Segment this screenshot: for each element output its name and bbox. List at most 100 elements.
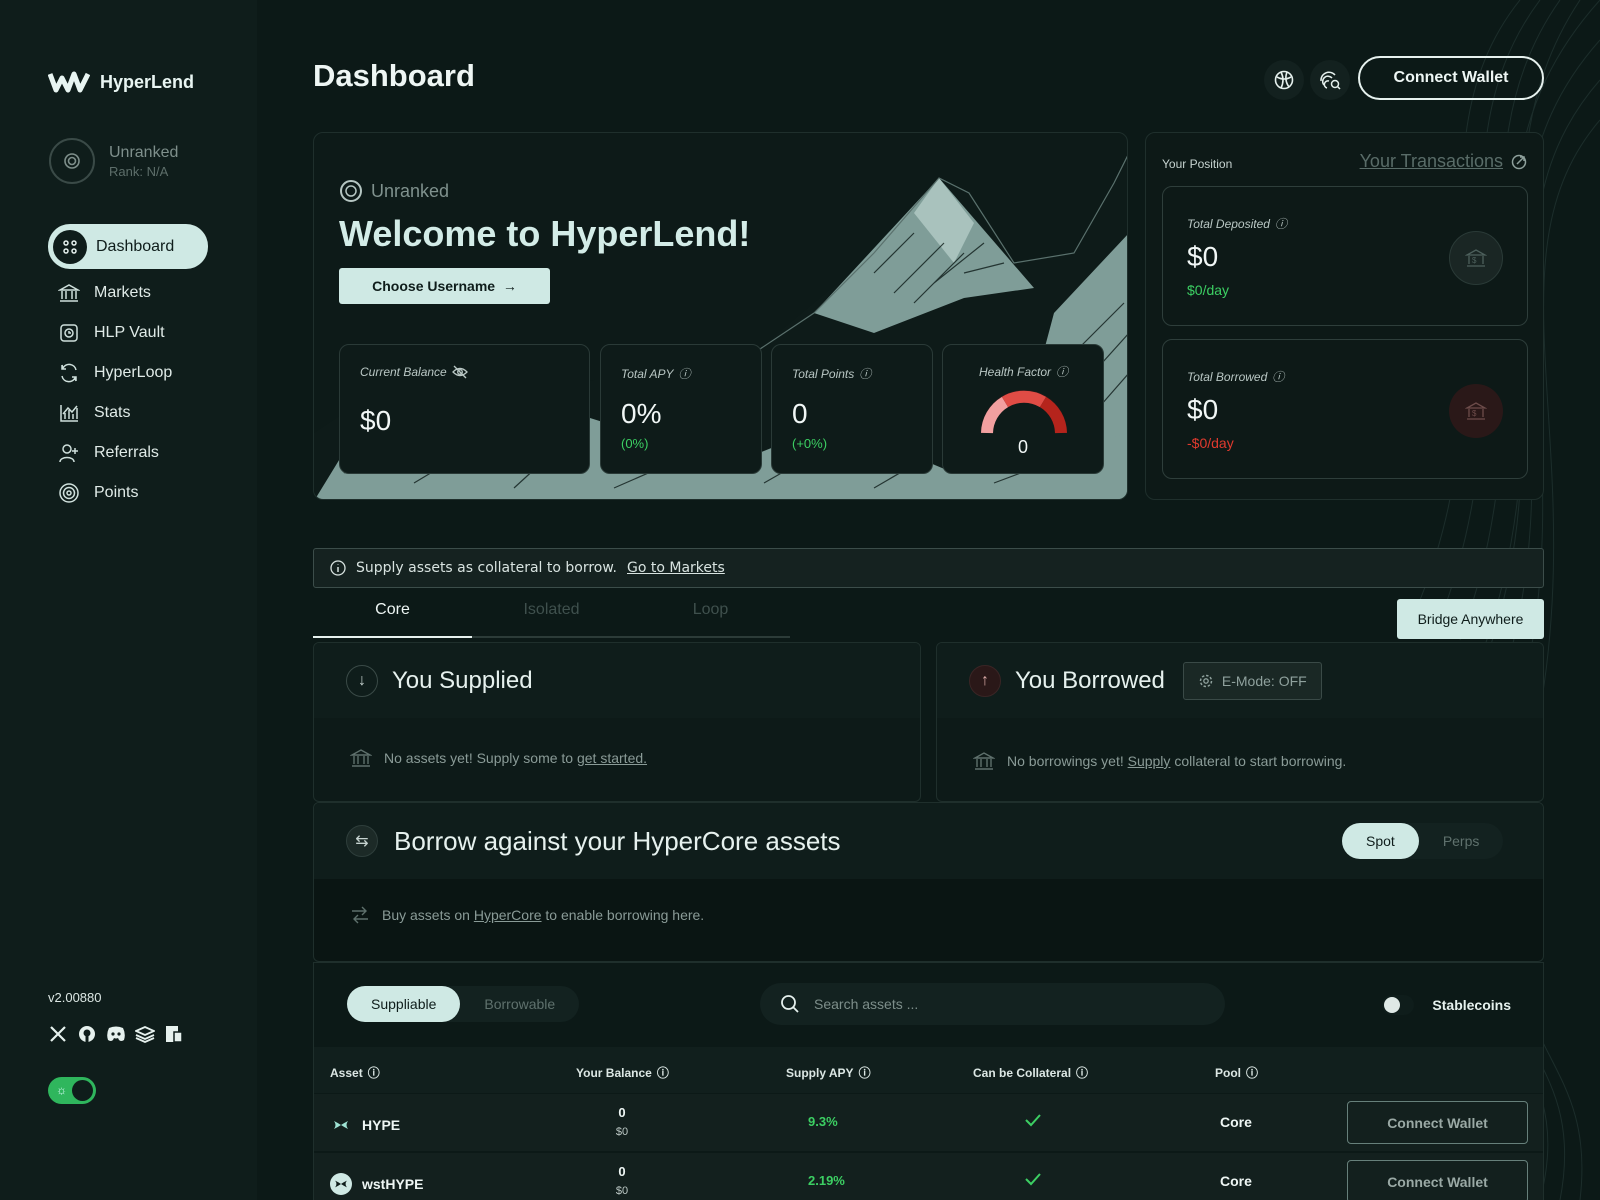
health-factor-value: 0 [1017, 437, 1028, 457]
choose-username-button[interactable]: Choose Username → [339, 268, 550, 304]
table-row[interactable]: wstHYPE 0 $0 2.19% Core Connect Wallet [314, 1153, 1543, 1200]
stat-label: Total Points ⓘ [792, 365, 871, 382]
toggle-knob [72, 1080, 93, 1101]
borrow-bank-icon: $ [1449, 384, 1503, 438]
nav-item-points[interactable]: Points [48, 473, 208, 513]
go-to-markets-link[interactable]: Go to Markets [627, 560, 725, 576]
arrow-down-icon: ↓ [346, 664, 378, 697]
globe-network-icon[interactable] [1264, 60, 1304, 100]
seg-spot[interactable]: Spot [1342, 823, 1419, 859]
supply-link[interactable]: Supply [1128, 753, 1171, 769]
info-icon[interactable]: ⓘ [859, 1064, 871, 1081]
app-version: v2.00880 [48, 990, 102, 1005]
tab-loop[interactable]: Loop [631, 597, 790, 636]
total-apy-card: Total APY ⓘ 0% (0%) [600, 344, 762, 474]
seg-suppliable[interactable]: Suppliable [347, 986, 461, 1022]
nav-label: Stats [94, 404, 131, 421]
nav-item-hlp-vault[interactable]: HLP Vault [48, 313, 208, 353]
hypercore-empty: Buy assets on HyperCore to enable borrow… [350, 906, 704, 924]
get-started-link[interactable]: get started. [577, 750, 647, 766]
hypercore-panel: ⇆ Borrow against your HyperCore assets S… [313, 802, 1544, 962]
loop-icon [56, 360, 82, 386]
asset-cell: wstHYPE [330, 1173, 423, 1195]
swap-arrows-icon [352, 906, 368, 924]
borrowed-title: You Borrowed [1015, 666, 1165, 694]
hero-rank-label: Unranked [371, 180, 450, 201]
supplied-panel: ↓ You Supplied No assets yet! Supply som… [313, 642, 921, 802]
pos-label-text: Total Borrowed [1187, 369, 1268, 384]
stat-value: 0% [621, 398, 662, 429]
x-twitter-icon[interactable] [48, 1024, 68, 1044]
user-plus-icon [56, 440, 82, 466]
your-transactions-link[interactable]: Your Transactions [1360, 151, 1527, 172]
discord-icon[interactable] [106, 1024, 126, 1044]
info-icon[interactable]: ⓘ [657, 1064, 669, 1081]
bridge-anywhere-button[interactable]: Bridge Anywhere [1397, 599, 1544, 639]
info-icon[interactable]: ⓘ [1076, 1064, 1088, 1081]
health-factor-card: Health Factor ⓘ 0 [942, 344, 1104, 474]
borrowed-empty: No borrowings yet! Supply collateral to … [973, 750, 1346, 772]
vault-icon [56, 320, 82, 346]
hypercore-title: Borrow against your HyperCore assets [394, 825, 841, 856]
user-rank[interactable]: Unranked Rank: N/A [49, 138, 178, 184]
nav-item-stats[interactable]: Stats [48, 393, 208, 433]
sidebar-nav: Dashboard Markets HLP Vault HyperLoop St… [48, 224, 208, 513]
stat-change: (+0%) [792, 436, 828, 451]
nav-label: Dashboard [96, 237, 175, 255]
info-banner: Supply assets as collateral to borrow. G… [313, 548, 1544, 588]
asset-cell: HYPE [330, 1114, 400, 1136]
info-icon[interactable]: ⓘ [1275, 215, 1287, 232]
hypercore-link[interactable]: HyperCore [474, 907, 542, 923]
info-icon[interactable]: ⓘ [678, 365, 690, 382]
nav-item-hyperloop[interactable]: HyperLoop [48, 353, 208, 393]
arrow-up-icon: ↑ [969, 664, 1001, 697]
asset-symbol: HYPE [362, 1117, 401, 1133]
stat-label-text: Current Balance [360, 365, 447, 379]
nav-label: HLP Vault [94, 324, 165, 341]
emode-button[interactable]: E-Mode: OFF [1182, 661, 1322, 700]
external-link-icon [1511, 154, 1527, 169]
theme-toggle[interactable]: ☼ [48, 1077, 96, 1104]
supplied-empty: No assets yet! Supply some to get starte… [350, 747, 647, 769]
hype-token-icon [330, 1114, 352, 1136]
stablecoins-filter: Stablecoins [1382, 995, 1511, 1015]
fingerprint-search-icon[interactable] [1310, 60, 1350, 100]
banner-text: Supply assets as collateral to borrow. [356, 560, 617, 576]
search-input[interactable] [814, 996, 1174, 1012]
nav-item-dashboard[interactable]: Dashboard [48, 224, 208, 269]
nav-label: Referrals [94, 444, 159, 461]
row-connect-wallet-button[interactable]: Connect Wallet [1347, 1160, 1528, 1200]
arrow-right-icon: → [498, 278, 517, 294]
nav-item-referrals[interactable]: Referrals [48, 433, 208, 473]
seg-perps[interactable]: Perps [1419, 823, 1504, 859]
gitbook-icon[interactable] [164, 1024, 184, 1044]
table-row[interactable]: HYPE 0 $0 9.3% Core Connect Wallet [314, 1094, 1543, 1152]
welcome-hero: Unranked Welcome to HyperLend! Choose Us… [313, 132, 1128, 500]
supply-apy-cell: 2.19% [808, 1173, 845, 1188]
welcome-title: Welcome to HyperLend! [339, 213, 751, 254]
tab-core[interactable]: Core [313, 597, 472, 638]
info-icon[interactable]: ⓘ [1272, 368, 1284, 385]
info-icon[interactable]: ⓘ [859, 365, 871, 382]
info-icon[interactable]: ⓘ [1246, 1064, 1258, 1081]
check-icon [1024, 1171, 1042, 1190]
current-balance-card: Current Balance $0 [339, 344, 590, 474]
pool-cell: Core [1220, 1173, 1252, 1189]
seg-borrowable[interactable]: Borrowable [460, 986, 579, 1022]
rank-badge-icon [49, 138, 95, 184]
nav-item-markets[interactable]: Markets [48, 273, 208, 313]
brand-logo[interactable]: HyperLend [48, 70, 194, 94]
stablecoins-toggle[interactable] [1382, 995, 1415, 1015]
supplied-empty-text: No assets yet! Supply some to [384, 750, 574, 766]
connect-wallet-button[interactable]: Connect Wallet [1358, 56, 1544, 100]
pool-cell: Core [1220, 1114, 1252, 1130]
tab-isolated[interactable]: Isolated [472, 597, 631, 636]
info-icon[interactable]: ⓘ [368, 1064, 380, 1081]
grid-icon [53, 229, 87, 264]
docs-stack-icon[interactable] [135, 1024, 155, 1044]
row-connect-wallet-button[interactable]: Connect Wallet [1347, 1101, 1528, 1144]
col-balance: Your Balance ⓘ [576, 1064, 669, 1081]
stat-change: (0%) [621, 436, 649, 451]
choose-username-label: Choose Username [372, 278, 496, 294]
github-icon[interactable] [77, 1024, 97, 1044]
